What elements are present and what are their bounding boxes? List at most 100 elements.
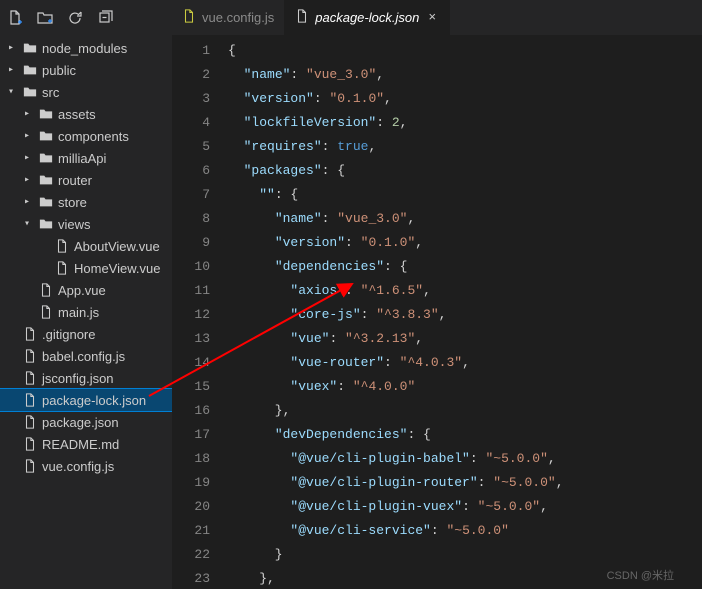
tree-label: AboutView.vue xyxy=(74,239,160,254)
tree-label: components xyxy=(58,129,129,144)
line-number: 12 xyxy=(172,303,210,327)
tree-label: README.md xyxy=(42,437,119,452)
file-icon xyxy=(22,436,38,452)
twisty-icon: ▸ xyxy=(20,108,34,120)
file-explorer[interactable]: ▸node_modules▸public▾src▸assets▸componen… xyxy=(0,35,172,589)
tree-item-README-md[interactable]: README.md xyxy=(0,433,172,455)
file-icon xyxy=(22,414,38,430)
folder-icon xyxy=(38,150,54,166)
twisty-icon: ▸ xyxy=(4,42,18,54)
file-icon xyxy=(54,238,70,254)
tree-item-babel-config-js[interactable]: babel.config.js xyxy=(0,345,172,367)
code-line[interactable]: }, xyxy=(228,399,702,423)
tree-item-package-json[interactable]: package.json xyxy=(0,411,172,433)
line-number: 1 xyxy=(172,39,210,63)
code-line[interactable]: "name": "vue_3.0", xyxy=(228,63,702,87)
tab-bar: vue.config.js package-lock.json × xyxy=(0,0,702,35)
twisty-icon: ▸ xyxy=(20,174,34,186)
code-line[interactable]: "requires": true, xyxy=(228,135,702,159)
tree-item-App-vue[interactable]: App.vue xyxy=(0,279,172,301)
file-icon xyxy=(22,348,38,364)
line-number: 9 xyxy=(172,231,210,255)
tree-item-milliaApi[interactable]: ▸milliaApi xyxy=(0,147,172,169)
new-file-icon[interactable] xyxy=(4,7,26,29)
file-icon xyxy=(38,282,54,298)
tree-item-router[interactable]: ▸ router xyxy=(0,169,172,191)
file-icon xyxy=(182,9,196,27)
tree-label: node_modules xyxy=(42,41,127,56)
new-folder-icon[interactable] xyxy=(34,7,56,29)
line-number: 22 xyxy=(172,543,210,567)
close-icon[interactable]: × xyxy=(425,11,439,25)
refresh-icon[interactable] xyxy=(64,7,86,29)
code-line[interactable]: "version": "0.1.0", xyxy=(228,231,702,255)
tree-item-components[interactable]: ▸components xyxy=(0,125,172,147)
line-number: 20 xyxy=(172,495,210,519)
line-number: 7 xyxy=(172,183,210,207)
code-line[interactable]: "dependencies": { xyxy=(228,255,702,279)
tree-label: views xyxy=(58,217,91,232)
twisty-icon: ▾ xyxy=(20,218,34,230)
file-icon xyxy=(22,326,38,342)
line-number: 2 xyxy=(172,63,210,87)
code-line[interactable]: "@vue/cli-plugin-router": "~5.0.0", xyxy=(228,471,702,495)
tree-item-HomeView-vue[interactable]: HomeView.vue xyxy=(0,257,172,279)
code-line[interactable]: "@vue/cli-plugin-vuex": "~5.0.0", xyxy=(228,495,702,519)
code-content[interactable]: { "name": "vue_3.0", "version": "0.1.0",… xyxy=(228,35,702,589)
code-line[interactable]: "@vue/cli-service": "~5.0.0" xyxy=(228,519,702,543)
code-line[interactable]: "@vue/cli-plugin-babel": "~5.0.0", xyxy=(228,447,702,471)
line-number: 5 xyxy=(172,135,210,159)
code-line[interactable]: "packages": { xyxy=(228,159,702,183)
tree-item-assets[interactable]: ▸ assets xyxy=(0,103,172,125)
folder-icon xyxy=(38,106,54,122)
tree-item-AboutView-vue[interactable]: AboutView.vue xyxy=(0,235,172,257)
tree-item-vue-config-js[interactable]: vue.config.js xyxy=(0,455,172,477)
tree-item-store[interactable]: ▸store xyxy=(0,191,172,213)
tree-label: router xyxy=(58,173,92,188)
line-number: 19 xyxy=(172,471,210,495)
line-number: 21 xyxy=(172,519,210,543)
code-line[interactable]: { xyxy=(228,39,702,63)
tree-item-jsconfig-json[interactable]: jsconfig.json xyxy=(0,367,172,389)
line-numbers: 1234567891011121314151617181920212223 xyxy=(172,35,228,589)
editor[interactable]: 1234567891011121314151617181920212223 { … xyxy=(172,35,702,589)
code-line[interactable]: } xyxy=(228,543,702,567)
code-line[interactable]: "vue-router": "^4.0.3", xyxy=(228,351,702,375)
line-number: 15 xyxy=(172,375,210,399)
code-line[interactable]: "vuex": "^4.0.0" xyxy=(228,375,702,399)
tab-package-lock-json[interactable]: package-lock.json × xyxy=(285,0,450,35)
code-line[interactable]: "version": "0.1.0", xyxy=(228,87,702,111)
tree-item-public[interactable]: ▸public xyxy=(0,59,172,81)
tree-label: store xyxy=(58,195,87,210)
code-line[interactable]: "vue": "^3.2.13", xyxy=(228,327,702,351)
tree-item-views[interactable]: ▾ views xyxy=(0,213,172,235)
folder-icon xyxy=(38,216,54,232)
tree-label: assets xyxy=(58,107,96,122)
code-line[interactable]: "": { xyxy=(228,183,702,207)
code-line[interactable]: "core-js": "^3.8.3", xyxy=(228,303,702,327)
file-icon xyxy=(22,392,38,408)
tree-item-node_modules[interactable]: ▸ node_modules xyxy=(0,37,172,59)
tree-item-src[interactable]: ▾src xyxy=(0,81,172,103)
file-icon xyxy=(295,9,309,27)
tree-item-main-js[interactable]: main.js xyxy=(0,301,172,323)
tab-vue-config-js[interactable]: vue.config.js xyxy=(172,0,285,35)
tree-item--gitignore[interactable]: .gitignore xyxy=(0,323,172,345)
line-number: 10 xyxy=(172,255,210,279)
code-line[interactable]: "lockfileVersion": 2, xyxy=(228,111,702,135)
code-line[interactable]: "axios": "^1.6.5", xyxy=(228,279,702,303)
folder-icon xyxy=(22,84,38,100)
tree-label: App.vue xyxy=(58,283,106,298)
tab-label: package-lock.json xyxy=(315,10,419,25)
tree-label: main.js xyxy=(58,305,99,320)
line-number: 4 xyxy=(172,111,210,135)
folder-icon xyxy=(22,62,38,78)
code-line[interactable]: "name": "vue_3.0", xyxy=(228,207,702,231)
tree-item-package-lock-json[interactable]: package-lock.json xyxy=(0,389,172,411)
code-line[interactable]: "devDependencies": { xyxy=(228,423,702,447)
twisty-icon: ▾ xyxy=(4,86,18,98)
tree-label: babel.config.js xyxy=(42,349,125,364)
tree-label: package-lock.json xyxy=(42,393,146,408)
collapse-all-icon[interactable] xyxy=(94,7,116,29)
line-number: 6 xyxy=(172,159,210,183)
